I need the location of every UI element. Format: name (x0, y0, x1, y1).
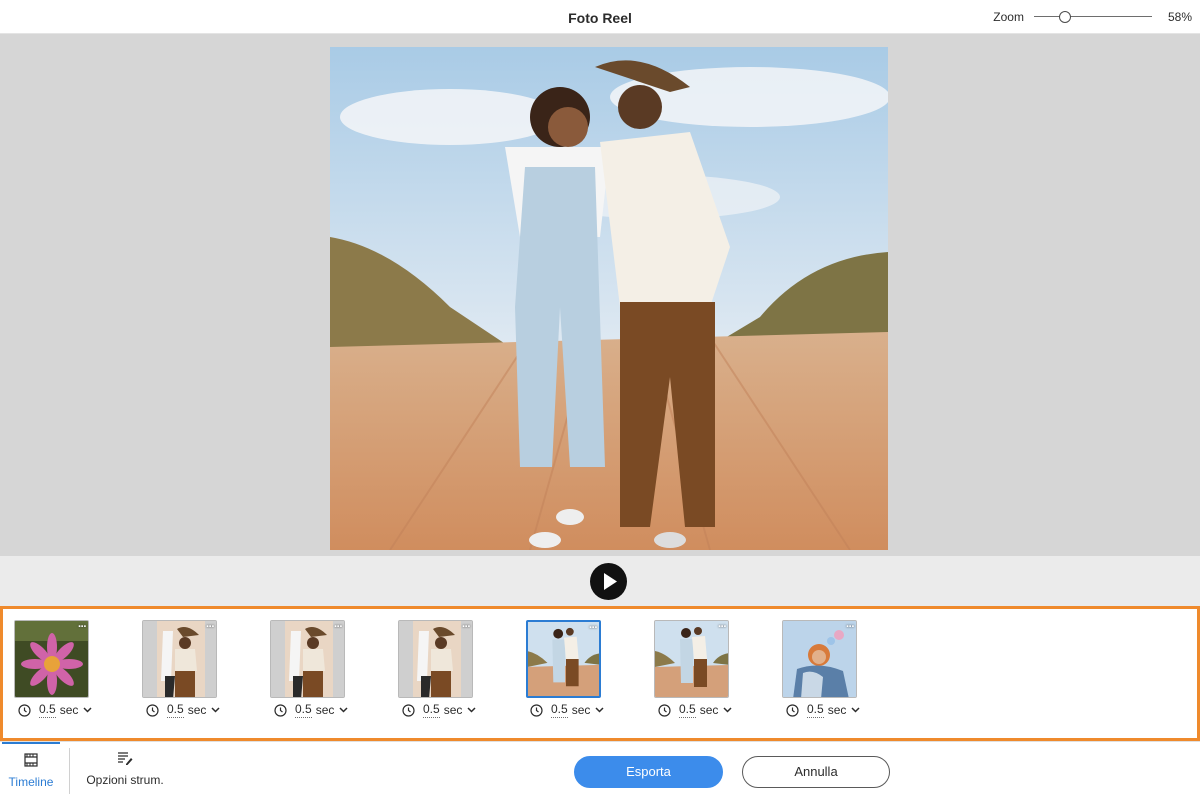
duration-value[interactable]: 0.5 (551, 702, 568, 718)
film-icon (24, 753, 38, 767)
clip-duration[interactable]: 0.5 sec (402, 702, 476, 718)
clip-thumbnail[interactable]: ··· (142, 620, 217, 698)
zoom-slider-track (1033, 16, 1152, 17)
duration-unit: sec (827, 703, 847, 717)
filmstrip-timeline: ··· 0.5 sec ··· 0.5 sec ··· 0.5 sec ··· … (0, 606, 1200, 741)
zoom-slider[interactable] (1033, 11, 1152, 23)
clock-icon (274, 703, 287, 717)
preview-image (330, 47, 888, 550)
play-icon (604, 573, 617, 590)
chevron-down-icon[interactable] (851, 707, 860, 713)
tab-timeline[interactable]: Timeline (2, 742, 60, 795)
clip-thumbnail-selected[interactable]: ··· (526, 620, 601, 698)
clock-icon (530, 703, 543, 717)
filmstrip-clip: ··· 0.5 sec (654, 620, 734, 724)
more-options-icon[interactable]: ··· (206, 622, 215, 633)
more-options-icon[interactable]: ··· (334, 622, 343, 633)
more-options-icon[interactable]: ··· (846, 622, 855, 633)
chevron-down-icon[interactable] (467, 707, 476, 713)
zoom-label: Zoom (993, 10, 1024, 24)
chevron-down-icon[interactable] (595, 707, 604, 713)
clock-icon (658, 703, 671, 717)
clip-duration[interactable]: 0.5 sec (146, 702, 220, 718)
duration-value[interactable]: 0.5 (807, 702, 824, 718)
export-button[interactable]: Esporta (574, 756, 723, 788)
duration-value[interactable]: 0.5 (167, 702, 184, 718)
zoom-value: 58% (1167, 10, 1192, 24)
filmstrip-clip: ··· 0.5 sec (526, 620, 606, 724)
tab-timeline-label: Timeline (8, 775, 54, 789)
duration-value[interactable]: 0.5 (295, 702, 312, 718)
playback-bar (0, 556, 1200, 606)
clip-duration[interactable]: 0.5 sec (530, 702, 604, 718)
clock-icon (18, 703, 31, 717)
duration-unit: sec (59, 703, 79, 717)
clip-duration[interactable]: 0.5 sec (658, 702, 732, 718)
duration-unit: sec (443, 703, 463, 717)
clip-thumbnail[interactable]: ··· (782, 620, 857, 698)
clip-thumbnail[interactable]: ··· (270, 620, 345, 698)
clip-thumbnail[interactable]: ··· (398, 620, 473, 698)
more-options-icon[interactable]: ··· (462, 622, 471, 633)
clip-thumbnail[interactable]: ··· (654, 620, 729, 698)
filmstrip-clip: ··· 0.5 sec (782, 620, 862, 724)
more-options-icon[interactable]: ··· (718, 622, 727, 633)
clock-icon (402, 703, 415, 717)
duration-value[interactable]: 0.5 (679, 702, 696, 718)
more-options-icon[interactable]: ··· (589, 623, 598, 634)
duration-value[interactable]: 0.5 (39, 702, 56, 718)
tab-divider (69, 748, 70, 794)
cancel-button[interactable]: Annulla (742, 756, 890, 788)
zoom-control: Zoom 58% (993, 10, 1192, 24)
duration-unit: sec (571, 703, 591, 717)
duration-value[interactable]: 0.5 (423, 702, 440, 718)
chevron-down-icon[interactable] (83, 707, 92, 713)
tool-options-icon (118, 752, 133, 765)
chevron-down-icon[interactable] (211, 707, 220, 713)
duration-unit: sec (315, 703, 335, 717)
filmstrip-clip: ··· 0.5 sec (142, 620, 222, 724)
tab-tool-options-label: Opzioni strum. (86, 773, 164, 787)
clip-thumbnail[interactable]: ··· (14, 620, 89, 698)
clip-duration[interactable]: 0.5 sec (18, 702, 92, 718)
preview-couple-photo (330, 47, 888, 550)
chevron-down-icon[interactable] (339, 707, 348, 713)
bottom-bar: Timeline Opzioni strum. Esporta Annulla (0, 741, 1200, 795)
clock-icon (786, 703, 799, 717)
duration-unit: sec (187, 703, 207, 717)
chevron-down-icon[interactable] (723, 707, 732, 713)
clip-duration[interactable]: 0.5 sec (274, 702, 348, 718)
tab-tool-options[interactable]: Opzioni strum. (80, 742, 170, 795)
duration-unit: sec (699, 703, 719, 717)
filmstrip-clip: ··· 0.5 sec (270, 620, 350, 724)
title-bar: Foto Reel Zoom 58% (0, 0, 1200, 34)
clock-icon (146, 703, 159, 717)
preview-stage (0, 34, 1200, 556)
clip-duration[interactable]: 0.5 sec (786, 702, 860, 718)
filmstrip-clip: ··· 0.5 sec (14, 620, 94, 724)
play-button[interactable] (590, 563, 627, 600)
zoom-slider-handle[interactable] (1058, 11, 1071, 23)
filmstrip-clip: ··· 0.5 sec (398, 620, 478, 724)
more-options-icon[interactable]: ··· (78, 622, 87, 633)
